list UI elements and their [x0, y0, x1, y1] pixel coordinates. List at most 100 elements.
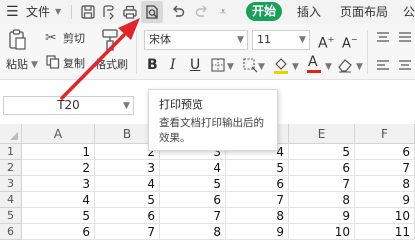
row-header[interactable]: 1: [0, 144, 22, 160]
table-cell[interactable]: 7: [355, 160, 415, 176]
align-middle-icon[interactable]: [398, 32, 412, 44]
decrease-font-icon[interactable]: A−: [342, 31, 358, 53]
copy-button[interactable]: 复制: [63, 57, 85, 71]
chevron-down-icon[interactable]: ▼: [237, 35, 244, 45]
hamburger-icon[interactable]: ☰: [6, 0, 19, 24]
italic-icon[interactable]: I: [170, 56, 176, 74]
chevron-down-icon[interactable]: ▼: [292, 62, 299, 72]
print-icon[interactable]: [122, 4, 138, 20]
table-cell[interactable]: 10: [289, 224, 355, 240]
table-cell[interactable]: 5: [22, 208, 95, 224]
row-header[interactable]: 6: [0, 224, 22, 240]
table-cell[interactable]: 6: [289, 160, 355, 176]
chevron-down-icon[interactable]: ▼: [227, 62, 234, 72]
divider: [367, 30, 368, 74]
table-cell[interactable]: 10: [355, 208, 415, 224]
save-icon[interactable]: [80, 4, 96, 20]
file-menu[interactable]: 文件: [26, 0, 50, 24]
undo-icon[interactable]: [170, 4, 186, 20]
font-color-icon[interactable]: A: [306, 54, 322, 74]
divider: [136, 30, 137, 74]
table-cell[interactable]: 8: [160, 224, 226, 240]
chevron-down-icon[interactable]: ▼: [123, 101, 130, 111]
more-icon[interactable]: ⩡: [220, 0, 226, 24]
column-header[interactable]: F: [355, 124, 415, 144]
cut-button[interactable]: 剪切: [63, 32, 85, 46]
tooltip-title: 打印预览: [159, 98, 203, 111]
table-cell[interactable]: 6: [355, 144, 415, 160]
table-cell[interactable]: 6: [95, 208, 160, 224]
table-cell[interactable]: 6: [22, 224, 95, 240]
table-cell[interactable]: 9: [289, 208, 355, 224]
select-all-corner[interactable]: [0, 124, 22, 144]
format-painter-icon[interactable]: [100, 28, 120, 52]
redo-icon[interactable]: [194, 4, 210, 20]
bold-icon[interactable]: B: [147, 56, 158, 74]
chevron-down-icon[interactable]: ▼: [299, 35, 306, 45]
chevron-down-icon[interactable]: ▼: [356, 62, 363, 72]
copy-icon: [46, 55, 60, 69]
table-cell[interactable]: 4: [22, 192, 95, 208]
table-cell[interactable]: 7: [289, 176, 355, 192]
table-cell[interactable]: 3: [22, 176, 95, 192]
table-cell[interactable]: 8: [226, 208, 289, 224]
export-pdf-icon[interactable]: [101, 4, 117, 20]
chevron-down-icon[interactable]: ▼: [258, 62, 265, 72]
align-center-icon[interactable]: [398, 60, 412, 72]
font-name-field[interactable]: 宋体: [144, 30, 248, 50]
align-top-icon[interactable]: [376, 32, 390, 44]
table-cell[interactable]: 7: [160, 208, 226, 224]
increase-font-icon[interactable]: A+: [318, 31, 334, 53]
print-preview-icon: [146, 5, 158, 19]
scissors-icon: ✂: [45, 30, 57, 46]
font-color-swatch: [307, 70, 321, 73]
fill-pattern-icon[interactable]: [243, 58, 259, 73]
table-cell[interactable]: 3: [95, 160, 160, 176]
table-cell[interactable]: 1: [22, 144, 95, 160]
paste-button[interactable]: 粘贴: [6, 58, 28, 72]
table-cell[interactable]: 9: [226, 224, 289, 240]
column-header[interactable]: A: [22, 124, 95, 144]
tab-formula[interactable]: 公: [403, 0, 415, 24]
table-cell[interactable]: 5: [95, 192, 160, 208]
table-cell[interactable]: 4: [95, 176, 160, 192]
table-cell[interactable]: 6: [226, 176, 289, 192]
table-cell[interactable]: 5: [160, 176, 226, 192]
row-header[interactable]: 2: [0, 160, 22, 176]
table-cell[interactable]: 8: [289, 192, 355, 208]
table-cell[interactable]: 4: [160, 160, 226, 176]
tab-insert[interactable]: 插入: [297, 0, 321, 24]
column-header[interactable]: E: [289, 124, 355, 144]
row-header[interactable]: 3: [0, 176, 22, 192]
format-painter-button[interactable]: 格式刷: [95, 58, 128, 72]
align-left-icon[interactable]: [376, 60, 390, 72]
table-cell[interactable]: 2: [22, 160, 95, 176]
table-cell[interactable]: 5: [226, 160, 289, 176]
row-header[interactable]: 5: [0, 208, 22, 224]
corner-triangle-icon: [10, 132, 18, 140]
tooltip-description: 查看文档打印输出后的效果。: [159, 117, 264, 144]
underline-icon[interactable]: U: [190, 56, 200, 74]
table-cell[interactable]: 7: [226, 192, 289, 208]
print-preview-tooltip: 打印预览 查看文档打印输出后的效果。: [148, 89, 278, 151]
print-preview-button[interactable]: [141, 1, 163, 23]
table-cell[interactable]: 5: [289, 144, 355, 160]
eraser-icon[interactable]: [337, 57, 353, 73]
table-cell[interactable]: 7: [95, 224, 160, 240]
chevron-down-icon[interactable]: ▼: [31, 60, 38, 70]
table-cell[interactable]: 11: [355, 224, 415, 240]
divider: [71, 5, 72, 19]
paste-icon[interactable]: [8, 29, 28, 51]
name-box[interactable]: T20: [3, 96, 134, 115]
tab-start[interactable]: 开始: [246, 2, 282, 21]
chevron-down-icon[interactable]: ▼: [325, 62, 332, 72]
row-header[interactable]: 4: [0, 192, 22, 208]
chevron-down-icon[interactable]: ▼: [55, 0, 61, 24]
tab-page-layout[interactable]: 页面布局: [340, 0, 388, 24]
fill-color-icon[interactable]: [273, 56, 289, 74]
table-cell[interactable]: 9: [355, 192, 415, 208]
menu-bar: ☰ 文件 ▼ ⩡ 开始 插入 页面布局 公: [0, 0, 415, 24]
table-cell[interactable]: 8: [355, 176, 415, 192]
table-cell[interactable]: 6: [160, 192, 226, 208]
border-icon[interactable]: [211, 58, 225, 72]
